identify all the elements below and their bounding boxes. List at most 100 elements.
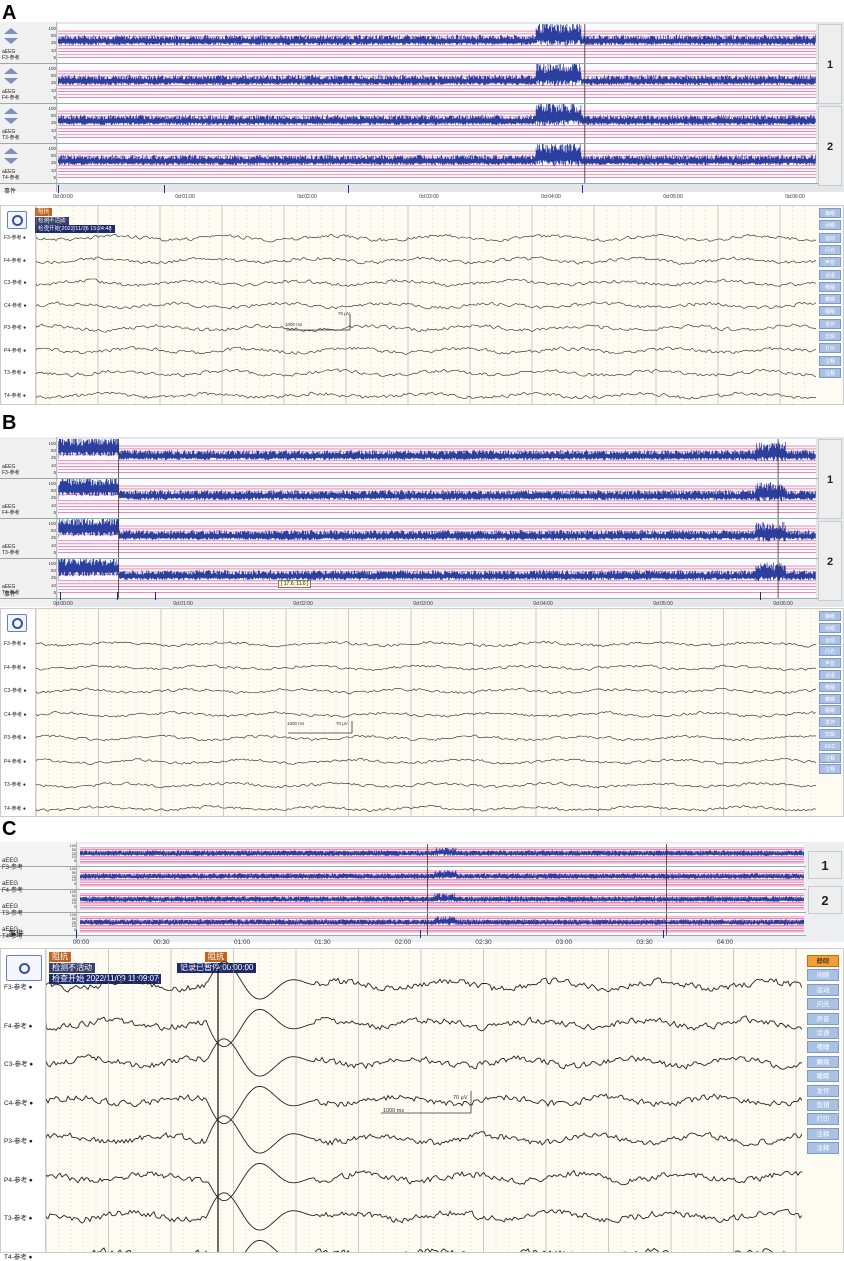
y-tick: 25 — [50, 455, 56, 461]
y-ticks: 100 50 25 10 5 — [64, 844, 76, 864]
group-button-2[interactable]: 2 — [818, 521, 842, 601]
annotation-button[interactable]: 打印 — [819, 343, 841, 354]
annotation-button[interactable]: 静眼 — [819, 208, 841, 218]
y-tick: 5 — [53, 134, 56, 140]
channel-label: F4-参考 ● — [4, 257, 26, 264]
time-tick-label: 0d:03:00 — [419, 194, 439, 200]
group-button-1[interactable]: 1 — [818, 24, 842, 104]
aeeg-trace — [58, 24, 816, 63]
group-button-2[interactable]: 2 — [818, 106, 842, 186]
y-tick: 100 — [48, 66, 56, 71]
annotation-button[interactable]: 闪光 — [819, 646, 841, 657]
scroll-down-icon[interactable] — [4, 38, 18, 44]
annotation-button[interactable]: 运动 — [819, 634, 841, 645]
scroll-up-icon[interactable] — [4, 108, 18, 114]
aeeg-overview: aEEG F3-参考 100 50 25 10 5 aEEG F4-参考 100 50 25 10 5 aE… — [0, 842, 844, 942]
scale-amp-label: 70 µV — [338, 311, 350, 316]
annotation-button[interactable]: 话语 — [819, 670, 841, 680]
annotation-button[interactable]: 发作 — [819, 318, 841, 329]
annotation-button[interactable]: 睡眠 — [819, 306, 841, 317]
time-tick-label: 0d:04:00 — [533, 601, 553, 607]
annotation-button[interactable]: 闭眼 — [807, 969, 839, 982]
aeeg-signal — [58, 479, 816, 502]
scroll-down-icon[interactable] — [4, 158, 18, 164]
aeeg-trace — [80, 844, 804, 866]
scroll-up-icon[interactable] — [4, 68, 18, 74]
annotation-button[interactable]: 癫痫 — [819, 693, 841, 704]
lane-channel: T3-参考 — [2, 549, 20, 556]
aeeg-signal — [58, 519, 816, 542]
y-ticks: 100 50 25 10 5 — [44, 480, 56, 516]
annotation-button[interactable]: 发作 — [807, 1084, 839, 1097]
annotation-button[interactable]: 闭眼 — [819, 220, 841, 231]
scroll-up-icon[interactable] — [4, 148, 18, 154]
channel-label: C4-参考 ● — [4, 711, 27, 718]
target-icon[interactable] — [6, 955, 42, 981]
channel-label: T4-参考 ● — [4, 805, 26, 812]
annotation-button[interactable]: 剪辑 — [819, 729, 841, 739]
annotation-button[interactable]: 话语 — [819, 269, 841, 280]
annotation-button[interactable]: 运动 — [819, 232, 841, 243]
aeeg-trace — [80, 913, 804, 935]
annotation-button[interactable]: 打印 — [807, 1113, 839, 1126]
target-icon[interactable] — [7, 614, 27, 632]
eeg-channel-trace — [36, 368, 816, 378]
annotation-button[interactable]: 闭眼 — [819, 622, 841, 633]
y-tick: 5 — [73, 928, 76, 933]
scroll-down-icon[interactable] — [4, 118, 18, 124]
scroll-down-icon[interactable] — [4, 78, 18, 84]
annotation-button[interactable]: 声音 — [819, 257, 841, 268]
annotation-button[interactable]: 癫痫 — [807, 1055, 839, 1068]
scroll-up-icon[interactable] — [4, 28, 18, 34]
annotation-button[interactable]: 注释 — [807, 1142, 839, 1155]
annotation-button[interactable]: 注释 — [807, 1127, 839, 1140]
annotation-button[interactable]: 声音 — [819, 658, 841, 669]
target-icon[interactable] — [7, 211, 27, 229]
y-tick: 5 — [53, 589, 56, 595]
annotation-button[interactable]: 注释 — [819, 367, 841, 378]
annotation-button[interactable]: 剪辑 — [819, 331, 841, 341]
annotation-button[interactable]: 运动 — [807, 983, 839, 996]
annotation-button[interactable]: 发作 — [819, 717, 841, 728]
annotation-button[interactable]: 嗜睡 — [819, 681, 841, 692]
annotation-button[interactable]: 剪辑 — [807, 1099, 839, 1111]
y-tick: 25 — [50, 120, 56, 126]
channel-label: F3-参考 ● — [4, 984, 33, 991]
annotation-button[interactable]: 闪光 — [819, 244, 841, 255]
channel-label: F4-参考 ● — [4, 1022, 33, 1030]
group-button-2[interactable]: 2 — [808, 886, 842, 914]
lane-channel: F4-参考 — [2, 94, 20, 101]
aeeg-trace — [58, 519, 816, 558]
time-tick-label: 0d:00:00 — [53, 194, 73, 200]
y-tick: 50 — [50, 33, 56, 39]
annotation-button[interactable]: 闪光 — [807, 998, 839, 1011]
annotation-button[interactable]: 癫痫 — [819, 294, 841, 305]
aeeg-lane: aEEG T4-参考 100 50 25 10 5 — [0, 559, 818, 599]
y-tick: 25 — [50, 535, 56, 541]
annotation-button[interactable]: 睡眠 — [807, 1070, 839, 1083]
group-button-1[interactable]: 1 — [818, 439, 842, 519]
channel-label: C3-参考 ● — [4, 280, 27, 286]
annotation-button[interactable]: 注释 — [819, 752, 841, 763]
event-marker — [164, 185, 165, 193]
annotation-button[interactable]: 嗜睡 — [819, 281, 841, 292]
annotation-button[interactable]: 静眼 — [819, 611, 841, 621]
annotation-button[interactable]: 睡眠 — [819, 705, 841, 716]
annotation-button[interactable]: 静眼 — [807, 955, 839, 967]
lane-label: aEEG T3-参考 — [2, 544, 20, 556]
annotation-button[interactable]: 声音 — [807, 1012, 839, 1025]
lane-channel: F3-参考 — [2, 54, 20, 61]
annotation-button[interactable]: 话语 — [807, 1027, 839, 1039]
time-tick-label: 0d:00:00 — [53, 601, 73, 607]
y-tick: 25 — [50, 575, 56, 581]
eeg-channel-trace — [36, 323, 816, 333]
y-tick: 25 — [50, 40, 56, 46]
annotation-button[interactable]: 注释 — [819, 355, 841, 366]
y-tick: 10 — [50, 502, 56, 508]
aeeg-trace — [80, 890, 804, 912]
annotation-button[interactable]: 嗜睡 — [807, 1041, 839, 1054]
group-button-1[interactable]: 1 — [808, 851, 842, 879]
annotation-button[interactable]: 注释 — [819, 764, 841, 775]
annotation-button[interactable]: EEG — [819, 740, 841, 751]
channel-label: C3-参考 ● — [4, 688, 27, 694]
